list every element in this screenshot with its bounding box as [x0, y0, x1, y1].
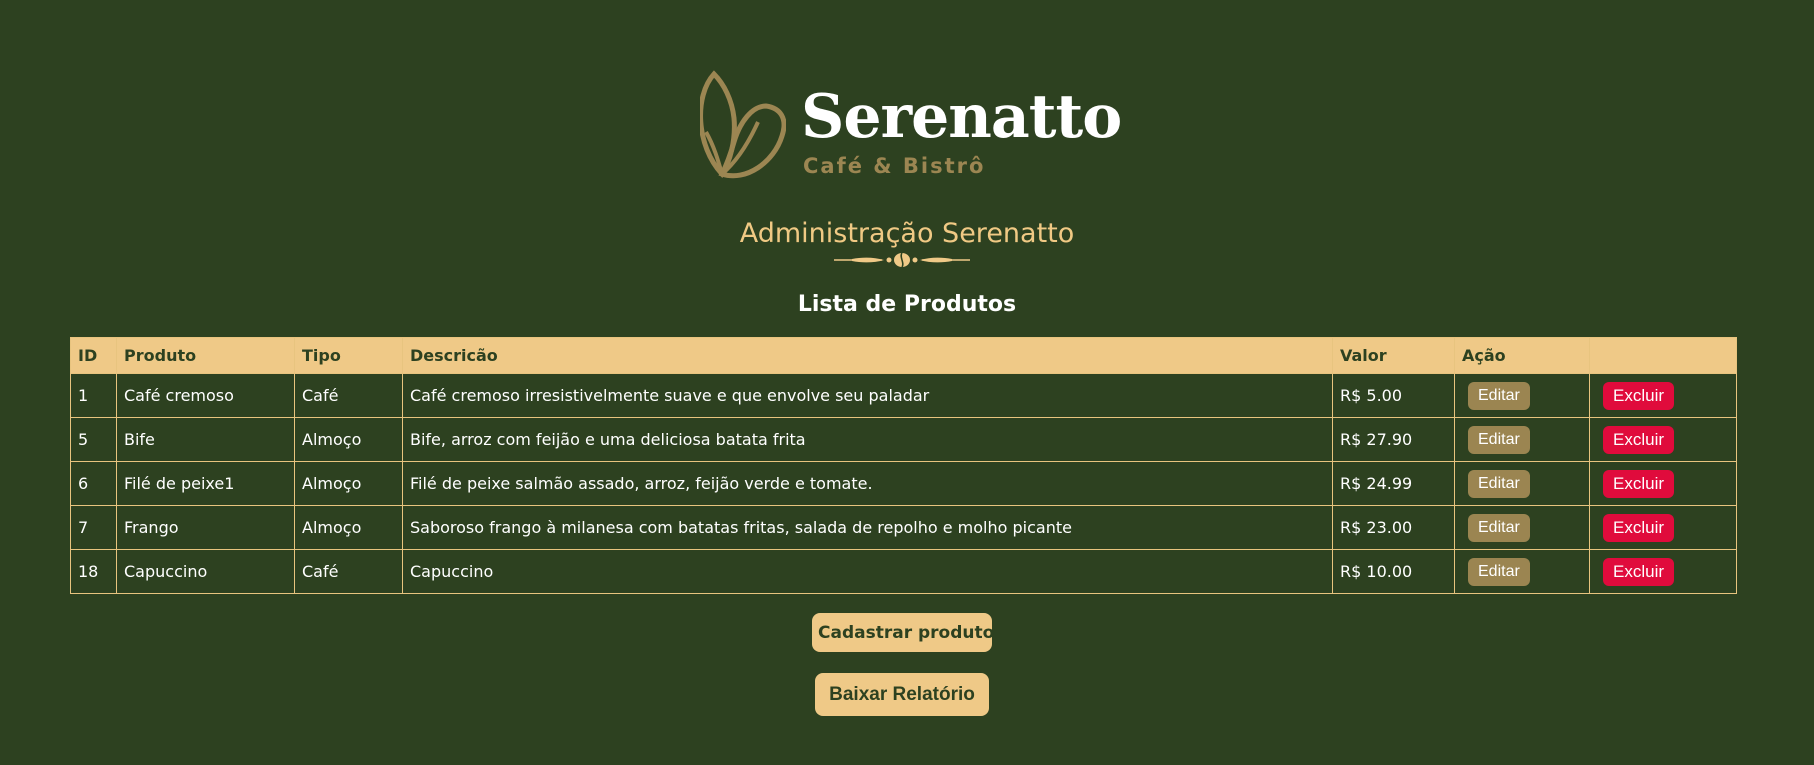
cell-tipo: Almoço — [294, 461, 403, 506]
cell-id: 1 — [70, 373, 117, 418]
table-row: 18 Capuccino Café Capuccino R$ 10.00 Edi… — [70, 549, 1737, 594]
cell-produto: Frango — [116, 505, 295, 550]
delete-button[interactable]: Excluir — [1603, 381, 1675, 410]
column-header-empty — [1589, 337, 1737, 374]
table-row: 1 Café cremoso Café Café cremoso irresis… — [70, 373, 1737, 418]
coffee-bean-logo-icon — [700, 70, 786, 179]
cell-edit: Editar — [1454, 417, 1590, 462]
brand-name: Serenatto — [801, 82, 1122, 152]
edit-button[interactable]: Editar — [1468, 513, 1530, 542]
cell-valor: R$ 23.00 — [1332, 505, 1455, 550]
cell-delete: Excluir — [1589, 373, 1737, 418]
column-header-produto: Produto — [116, 337, 295, 374]
cell-produto: Café cremoso — [116, 373, 295, 418]
delete-button[interactable]: Excluir — [1603, 557, 1675, 586]
cell-edit: Editar — [1454, 549, 1590, 594]
cell-valor: R$ 24.99 — [1332, 461, 1455, 506]
cell-delete: Excluir — [1589, 461, 1737, 506]
cell-descricao: Bife, arroz com feijão e uma deliciosa b… — [402, 417, 1333, 462]
cell-tipo: Café — [294, 549, 403, 594]
edit-button[interactable]: Editar — [1468, 425, 1530, 454]
table-row: 7 Frango Almoço Saboroso frango à milane… — [70, 505, 1737, 550]
admin-title: Administração Serenatto — [739, 218, 1075, 249]
cell-delete: Excluir — [1589, 549, 1737, 594]
edit-button[interactable]: Editar — [1468, 557, 1530, 586]
list-title: Lista de Produtos — [797, 292, 1017, 317]
table-row: 6 Filé de peixe1 Almoço Filé de peixe sa… — [70, 461, 1737, 506]
cell-id: 18 — [70, 549, 117, 594]
column-header-id: ID — [70, 337, 117, 374]
cell-produto: Filé de peixe1 — [116, 461, 295, 506]
delete-button[interactable]: Excluir — [1603, 469, 1675, 498]
cell-descricao: Saboroso frango à milanesa com batatas f… — [402, 505, 1333, 550]
cell-valor: R$ 5.00 — [1332, 373, 1455, 418]
brand-subtitle: Café & Bistrô — [803, 154, 986, 178]
coffee-bean-divider-icon — [834, 252, 970, 268]
cell-delete: Excluir — [1589, 417, 1737, 462]
cell-edit: Editar — [1454, 505, 1590, 550]
delete-button[interactable]: Excluir — [1603, 513, 1675, 542]
cell-delete: Excluir — [1589, 505, 1737, 550]
cell-produto: Bife — [116, 417, 295, 462]
admin-page: Serenatto Café & Bistrô Administração Se… — [0, 0, 1814, 765]
serenatto-logo: Serenatto Café & Bistrô — [700, 66, 1122, 184]
column-header-tipo: Tipo — [294, 337, 403, 374]
cell-descricao: Capuccino — [402, 549, 1333, 594]
cell-valor: R$ 27.90 — [1332, 417, 1455, 462]
cell-id: 6 — [70, 461, 117, 506]
table-header-row: ID Produto Tipo Descricão Valor Ação — [70, 337, 1737, 374]
register-product-button[interactable]: Cadastrar produto — [812, 613, 994, 652]
cell-id: 7 — [70, 505, 117, 550]
cell-descricao: Café cremoso irresistivelmente suave e q… — [402, 373, 1333, 418]
column-header-descricao: Descricão — [402, 337, 1333, 374]
cell-edit: Editar — [1454, 373, 1590, 418]
cell-tipo: Almoço — [294, 505, 403, 550]
table-row: 5 Bife Almoço Bife, arroz com feijão e u… — [70, 417, 1737, 462]
column-header-valor: Valor — [1332, 337, 1455, 374]
cell-tipo: Café — [294, 373, 403, 418]
edit-button[interactable]: Editar — [1468, 381, 1530, 410]
cell-produto: Capuccino — [116, 549, 295, 594]
products-table: ID Produto Tipo Descricão Valor Ação 1 C… — [70, 337, 1737, 594]
column-header-acao: Ação — [1454, 337, 1590, 374]
cell-edit: Editar — [1454, 461, 1590, 506]
delete-button[interactable]: Excluir — [1603, 425, 1675, 454]
download-report-button[interactable]: Baixar Relatório — [815, 673, 989, 716]
cell-tipo: Almoço — [294, 417, 403, 462]
cell-valor: R$ 10.00 — [1332, 549, 1455, 594]
cell-id: 5 — [70, 417, 117, 462]
edit-button[interactable]: Editar — [1468, 469, 1530, 498]
cell-descricao: Filé de peixe salmão assado, arroz, feij… — [402, 461, 1333, 506]
